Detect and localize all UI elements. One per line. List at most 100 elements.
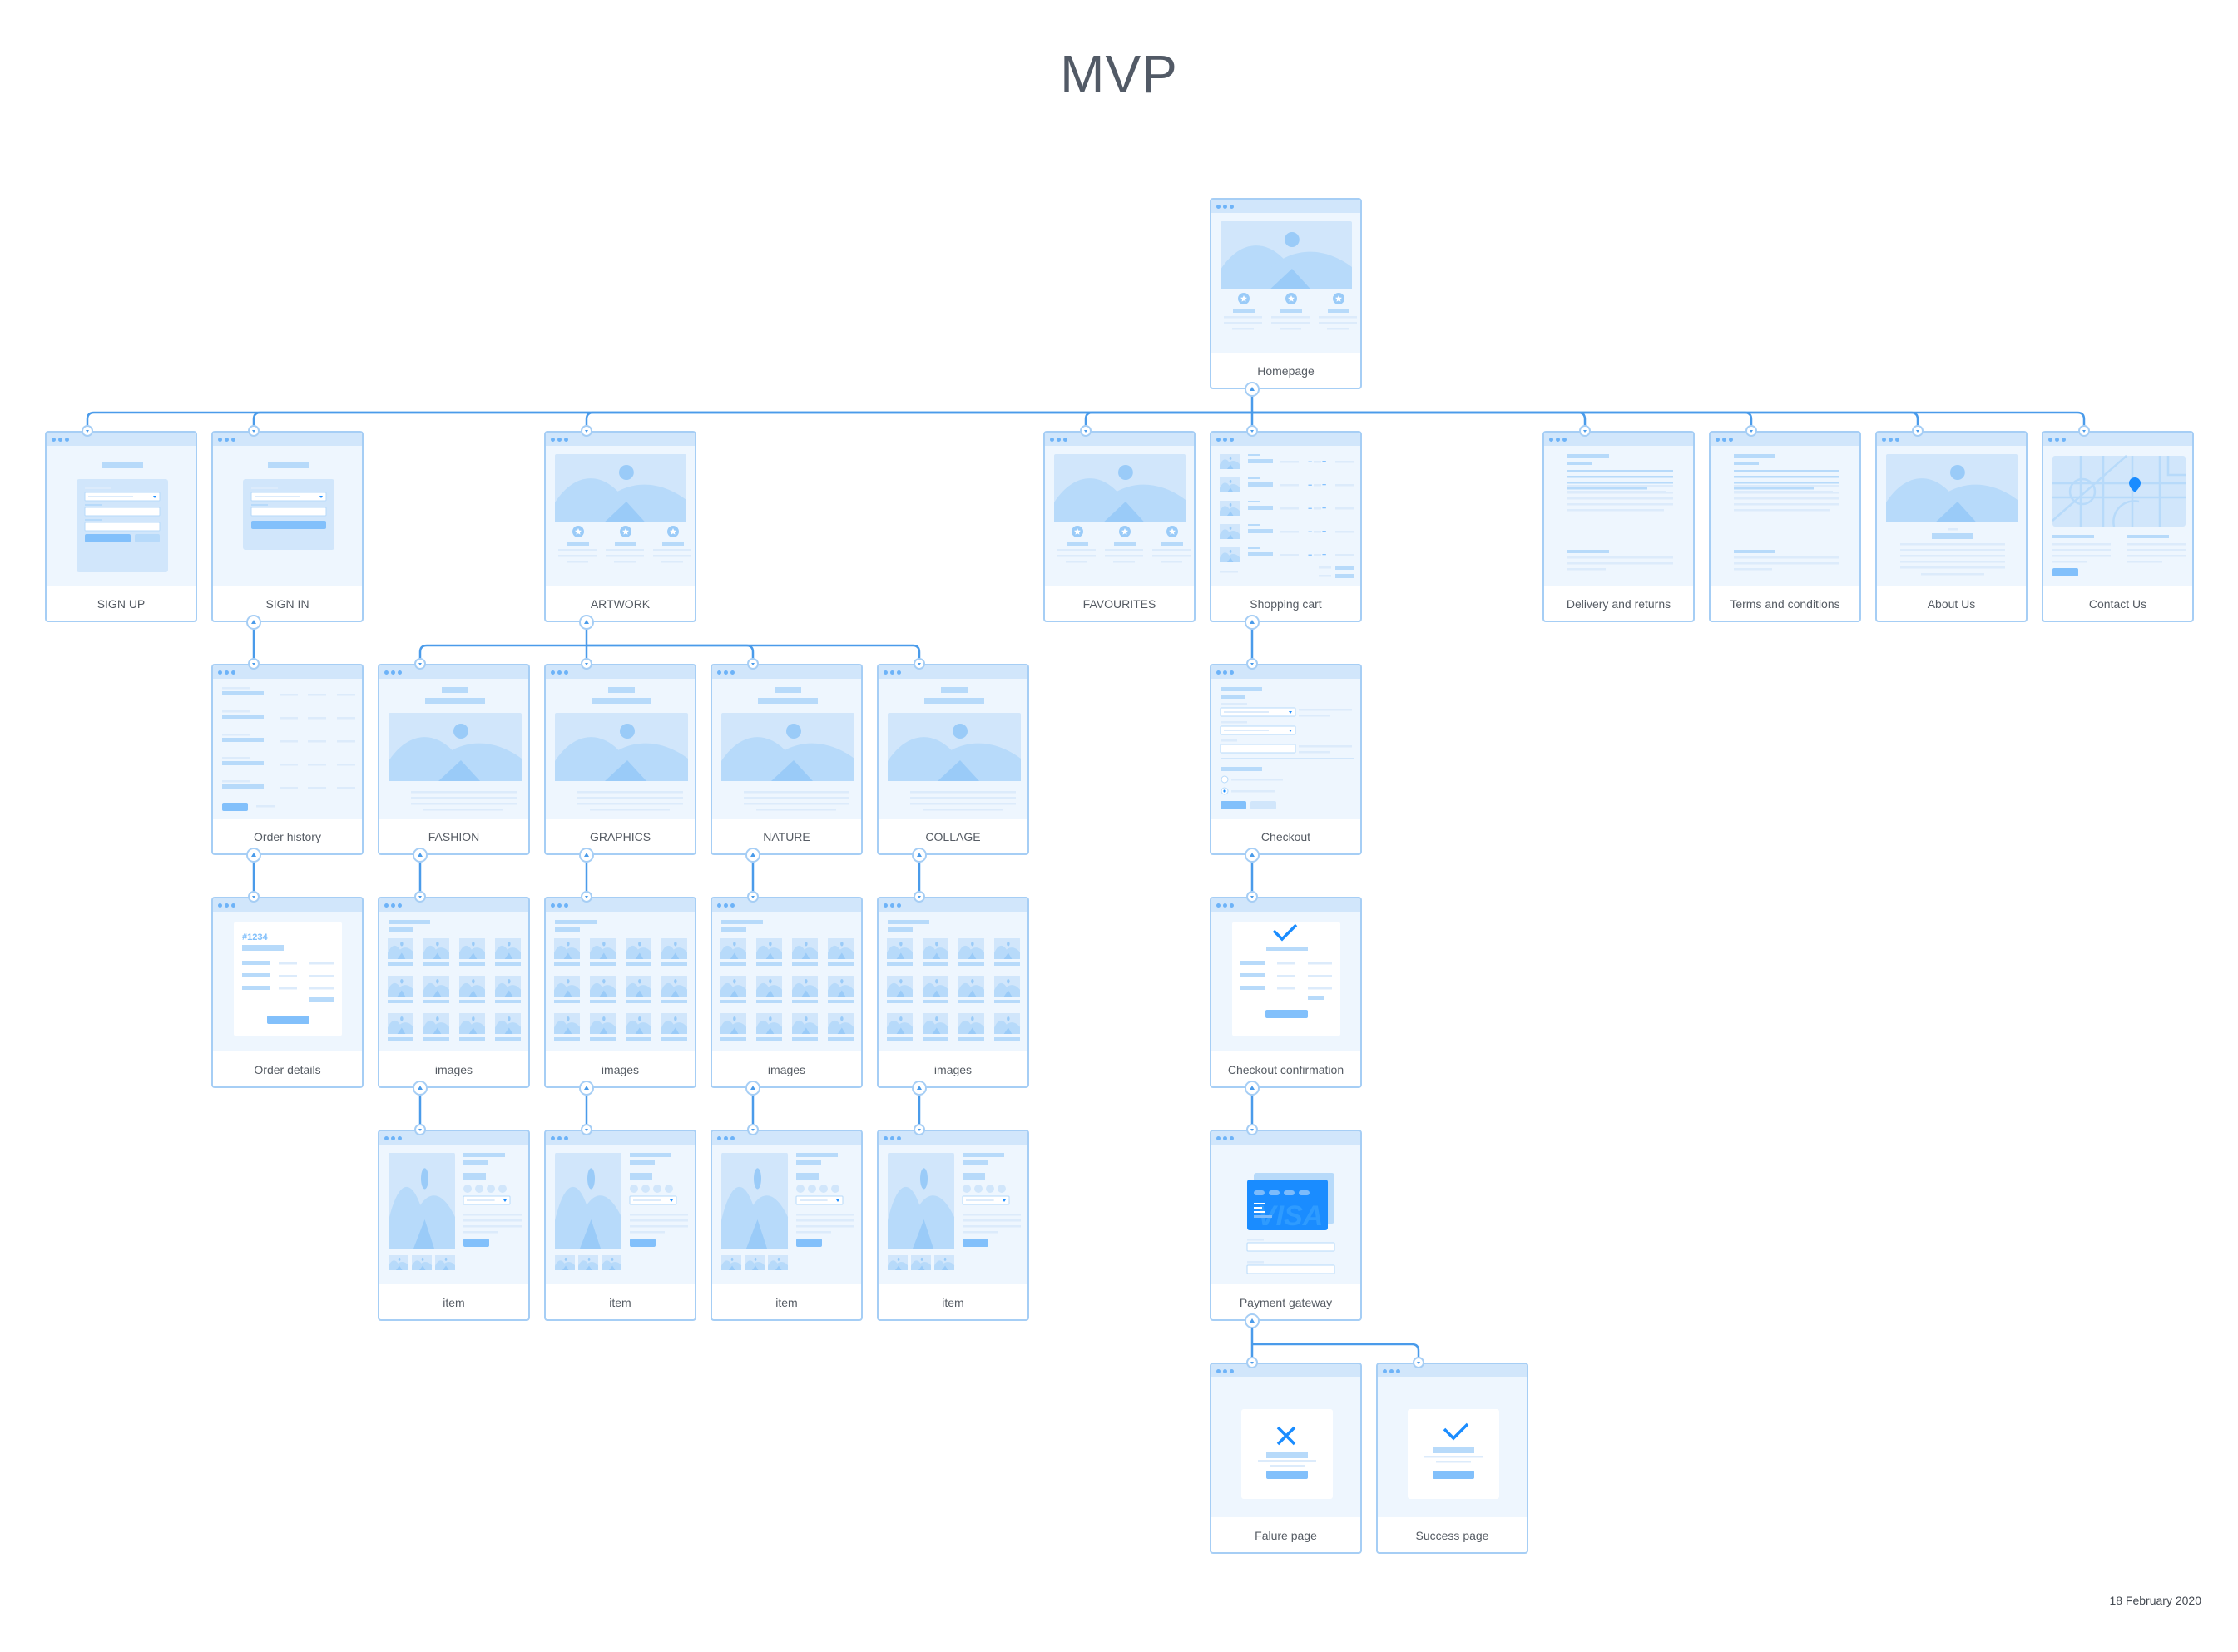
page-label: Checkout confirmation <box>1227 1063 1344 1076</box>
connector-line <box>1084 411 1252 431</box>
connector-line <box>587 644 755 664</box>
incoming-link-node-icon[interactable] <box>1413 1357 1424 1368</box>
incoming-link-node-icon[interactable] <box>747 658 759 670</box>
svg-text:+: + <box>1322 551 1326 559</box>
expand-children-node-icon[interactable] <box>413 848 428 863</box>
window-titlebar <box>712 665 861 679</box>
incoming-link-node-icon[interactable] <box>1246 658 1258 670</box>
page-label: NATURE <box>763 830 810 843</box>
window-dot-icon <box>1223 1136 1227 1140</box>
page-card-payment-gateway[interactable]: VISA Payment gateway <box>1210 1130 1362 1321</box>
expand-children-node-icon[interactable] <box>246 848 261 863</box>
page-card-order-details[interactable]: #1234 Order details <box>211 897 364 1088</box>
page-card-checkout-confirmation[interactable]: Checkout confirmation <box>1210 897 1362 1088</box>
expand-children-node-icon[interactable] <box>745 848 760 863</box>
incoming-link-node-icon[interactable] <box>248 425 260 437</box>
page-card-favourites[interactable]: FAVOURITES <box>1043 431 1196 622</box>
svg-text:+: + <box>1322 527 1326 536</box>
page-card-terms-and-conditions[interactable]: Terms and conditions <box>1709 431 1861 622</box>
wireframe-thumbnail <box>879 1145 1027 1284</box>
page-card-collage-images[interactable]: images <box>877 897 1029 1088</box>
incoming-link-node-icon[interactable] <box>747 891 759 903</box>
expand-children-node-icon[interactable] <box>1245 382 1260 397</box>
incoming-link-node-icon[interactable] <box>414 891 426 903</box>
incoming-link-node-icon[interactable] <box>2078 425 2090 437</box>
incoming-link-node-icon[interactable] <box>1246 425 1258 437</box>
page-card-fashion-item[interactable]: item <box>378 1130 530 1321</box>
wireframe-thumbnail: #1234 <box>213 912 362 1051</box>
page-card-fashion-images[interactable]: images <box>378 897 530 1088</box>
wireframe-landing-icon <box>555 454 691 563</box>
page-card-collage-item[interactable]: item <box>877 1130 1029 1321</box>
window-dot-icon <box>551 438 555 442</box>
expand-children-node-icon[interactable] <box>912 848 927 863</box>
incoming-link-node-icon[interactable] <box>1080 425 1092 437</box>
expand-children-node-icon[interactable] <box>1245 1081 1260 1096</box>
incoming-link-node-icon[interactable] <box>581 1124 592 1135</box>
page-card-nature-item[interactable]: item <box>711 1130 863 1321</box>
expand-children-node-icon[interactable] <box>413 1081 428 1096</box>
expand-children-node-icon[interactable] <box>912 1081 927 1096</box>
page-card-nature-images[interactable]: images <box>711 897 863 1088</box>
incoming-link-node-icon[interactable] <box>414 658 426 670</box>
incoming-link-node-icon[interactable] <box>1579 425 1591 437</box>
page-label: images <box>933 1063 973 1076</box>
wireframe-thumbnail <box>1711 446 1859 586</box>
window-dot-icon <box>384 670 389 675</box>
incoming-link-node-icon[interactable] <box>581 891 592 903</box>
page-card-fashion[interactable]: FASHION <box>378 664 530 855</box>
incoming-link-node-icon[interactable] <box>1246 1124 1258 1135</box>
wireframe-signin-icon <box>243 462 334 550</box>
incoming-link-node-icon[interactable] <box>914 1124 925 1135</box>
window-dot-icon <box>1057 438 1061 442</box>
wireframe-thumbnail <box>546 912 695 1051</box>
page-card-artwork[interactable]: ARTWORK <box>544 431 696 622</box>
incoming-link-node-icon[interactable] <box>914 658 925 670</box>
incoming-link-node-icon[interactable] <box>248 891 260 903</box>
svg-text:#1234: #1234 <box>242 932 268 942</box>
incoming-link-node-icon[interactable] <box>1246 1357 1258 1368</box>
expand-children-node-icon[interactable] <box>579 1081 594 1096</box>
page-card-collage[interactable]: COLLAGE <box>877 664 1029 855</box>
page-card-homepage[interactable]: Homepage <box>1210 198 1362 389</box>
page-card-contact-us[interactable]: Contact Us <box>2042 431 2194 622</box>
page-card-graphics[interactable]: GRAPHICS <box>544 664 696 855</box>
expand-children-node-icon[interactable] <box>1245 848 1260 863</box>
incoming-link-node-icon[interactable] <box>914 891 925 903</box>
incoming-link-node-icon[interactable] <box>1246 891 1258 903</box>
page-card-shopping-cart[interactable]: − + − + − + − + − + Shopping cart <box>1210 431 1362 622</box>
page-card-graphics-item[interactable]: item <box>544 1130 696 1321</box>
window-dot-icon <box>717 670 721 675</box>
expand-children-node-icon[interactable] <box>579 615 594 630</box>
wireframe-fail-icon <box>1241 1409 1333 1499</box>
connector-line <box>1252 411 1753 431</box>
window-dot-icon <box>231 438 235 442</box>
expand-children-node-icon[interactable] <box>1245 615 1260 630</box>
connector-line <box>1252 1343 1420 1363</box>
page-card-failure-page[interactable]: Falure page <box>1210 1363 1362 1554</box>
page-card-sign-up[interactable]: SIGN UP <box>45 431 197 622</box>
page-card-delivery-and-returns[interactable]: Delivery and returns <box>1542 431 1695 622</box>
page-card-nature[interactable]: NATURE <box>711 664 863 855</box>
page-card-order-history[interactable]: Order history <box>211 664 364 855</box>
incoming-link-node-icon[interactable] <box>1912 425 1924 437</box>
incoming-link-node-icon[interactable] <box>581 658 592 670</box>
expand-children-node-icon[interactable] <box>745 1081 760 1096</box>
incoming-link-node-icon[interactable] <box>82 425 93 437</box>
window-dot-icon <box>2055 438 2059 442</box>
expand-children-node-icon[interactable] <box>1245 1313 1260 1328</box>
svg-text:−: − <box>1308 527 1312 536</box>
page-card-about-us[interactable]: About Us <box>1875 431 2028 622</box>
incoming-link-node-icon[interactable] <box>248 658 260 670</box>
page-card-success-page[interactable]: Success page <box>1376 1363 1528 1554</box>
page-card-sign-in[interactable]: SIGN IN <box>211 431 364 622</box>
expand-children-node-icon[interactable] <box>246 615 261 630</box>
expand-children-node-icon[interactable] <box>579 848 594 863</box>
incoming-link-node-icon[interactable] <box>414 1124 426 1135</box>
incoming-link-node-icon[interactable] <box>581 425 592 437</box>
incoming-link-node-icon[interactable] <box>747 1124 759 1135</box>
page-card-checkout[interactable]: Checkout <box>1210 664 1362 855</box>
wireframe-confirm-icon <box>1232 922 1340 1036</box>
incoming-link-node-icon[interactable] <box>1745 425 1757 437</box>
page-card-graphics-images[interactable]: images <box>544 897 696 1088</box>
